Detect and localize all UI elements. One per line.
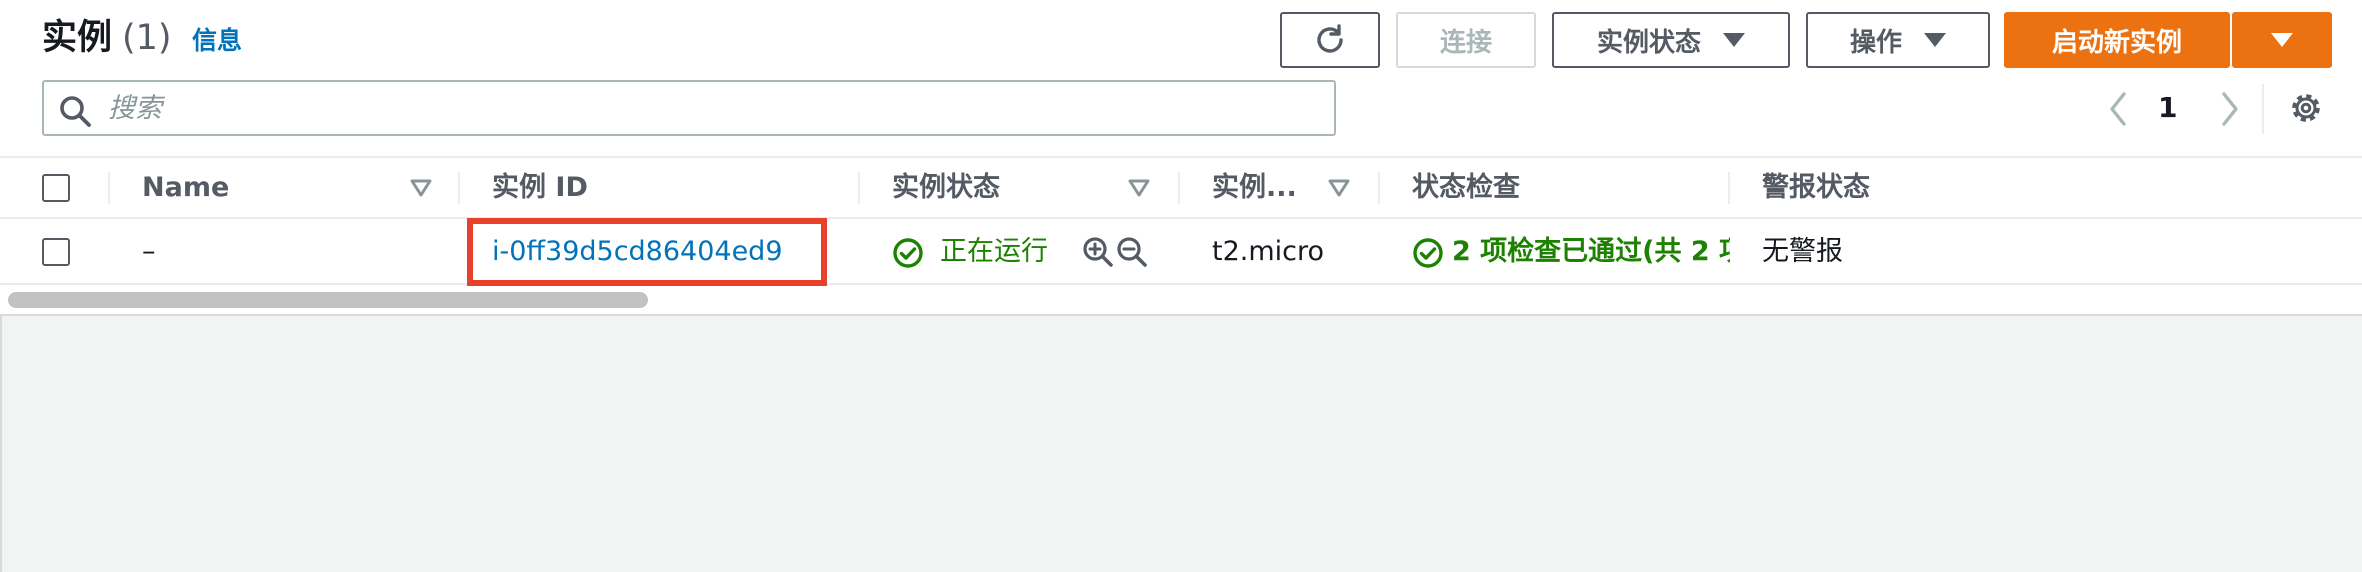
column-divider xyxy=(1378,172,1380,204)
cell-alarm-status: 无警报 xyxy=(1762,236,1843,267)
cell-name: – xyxy=(142,236,156,267)
launch-options-button[interactable] xyxy=(2232,12,2332,68)
cell-instance-type: t2.micro xyxy=(1212,236,1325,267)
table-top-border xyxy=(0,156,2362,158)
instance-state-label: 实例状态 xyxy=(1596,27,1701,58)
column-header-status-check[interactable]: 状态检查 xyxy=(1412,168,1520,208)
gear-icon[interactable] xyxy=(2286,88,2326,128)
column-header-instance-id[interactable]: 实例 ID xyxy=(492,168,588,208)
instance-state-status: 正在运行 xyxy=(940,236,1048,267)
instances-panel: 实例 (1) 信息 连接 实例状态 操作 启动新实例 1 xyxy=(0,0,2362,572)
refresh-icon xyxy=(1317,24,1343,53)
connect-label: 连接 xyxy=(1439,27,1492,58)
column-divider xyxy=(1178,172,1180,204)
actions-dropdown[interactable]: 操作 xyxy=(1806,12,1990,68)
chevron-right-icon[interactable] xyxy=(2212,84,2248,134)
refresh-button[interactable] xyxy=(1280,12,1380,68)
page-title: 实例 xyxy=(42,18,113,58)
chevron-left-icon[interactable] xyxy=(2100,84,2136,134)
search-icon xyxy=(60,96,91,127)
column-divider xyxy=(458,172,460,204)
highlight-box xyxy=(467,218,827,286)
lower-panel xyxy=(0,314,2362,572)
current-page[interactable]: 1 xyxy=(2158,88,2177,128)
sort-icon[interactable] xyxy=(410,178,432,198)
column-divider xyxy=(108,172,110,204)
column-header-alarm-status[interactable]: 警报状态 xyxy=(1762,168,1870,208)
column-header-name[interactable]: Name xyxy=(142,168,229,208)
scrollbar-thumb[interactable] xyxy=(8,292,648,308)
search-box[interactable] xyxy=(42,80,1336,136)
launch-label: 启动新实例 xyxy=(2051,27,2182,58)
status-check-cell: 2 项检查已通过(共 2 项 xyxy=(1452,232,1730,272)
column-divider xyxy=(858,172,860,204)
caret-down-icon xyxy=(1723,33,1745,47)
instance-state-dropdown[interactable]: 实例状态 xyxy=(1552,12,1790,68)
info-link[interactable]: 信息 xyxy=(192,24,242,58)
column-header-instance-type[interactable]: 实例... xyxy=(1212,168,1297,208)
divider xyxy=(2262,84,2264,134)
launch-instance-button[interactable]: 启动新实例 xyxy=(2004,12,2230,68)
connect-button[interactable]: 连接 xyxy=(1396,12,1536,68)
sort-icon[interactable] xyxy=(1128,178,1150,198)
caret-down-icon xyxy=(1924,33,1946,47)
status-check-text[interactable]: 2 项检查已通过(共 2 项 xyxy=(1452,236,1730,267)
sort-icon[interactable] xyxy=(1328,178,1350,198)
zoom-out-icon[interactable] xyxy=(1116,236,1148,268)
instance-count: (1) xyxy=(122,18,172,58)
column-divider xyxy=(1728,172,1730,204)
search-input[interactable] xyxy=(108,88,1308,128)
row-checkbox[interactable] xyxy=(42,238,70,266)
column-header-instance-state[interactable]: 实例状态 xyxy=(892,168,1000,208)
caret-down-icon xyxy=(2271,33,2293,47)
table-header-border xyxy=(0,217,2362,219)
zoom-in-icon[interactable] xyxy=(1082,236,1114,268)
select-all-checkbox[interactable] xyxy=(42,174,70,202)
check-circle-icon xyxy=(893,238,923,268)
table-row-border xyxy=(0,283,2362,285)
check-circle-icon xyxy=(1413,238,1443,268)
actions-label: 操作 xyxy=(1849,27,1902,58)
